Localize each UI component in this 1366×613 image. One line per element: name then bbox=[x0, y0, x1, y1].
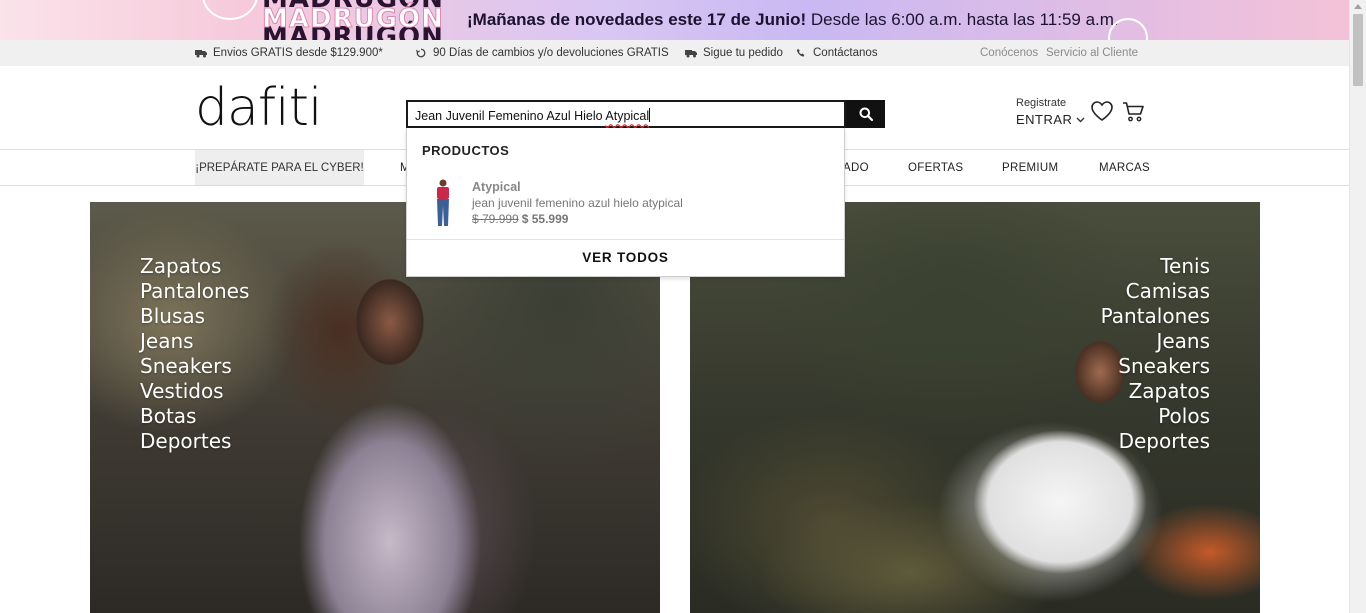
page: MADRUGÓN MADRUGÓN MADRUGÓN ¡Mañanas de n… bbox=[0, 0, 1349, 613]
women-category-link[interactable]: Deportes bbox=[140, 429, 249, 454]
suggestions-section-title: PRODUCTOS bbox=[422, 143, 510, 158]
search-value-plain: Jean Juvenil Femenino Azul Hielo bbox=[415, 109, 606, 123]
contact-text: Contáctanos bbox=[813, 47, 878, 59]
about-link[interactable]: Conócenos bbox=[980, 47, 1038, 59]
men-category-link[interactable]: Polos bbox=[1101, 404, 1210, 429]
product-old-price: $ 79.999 bbox=[472, 212, 519, 226]
promo-banner[interactable]: MADRUGÓN MADRUGÓN MADRUGÓN ¡Mañanas de n… bbox=[0, 0, 1349, 40]
women-category-link[interactable]: Botas bbox=[140, 404, 249, 429]
returns-info[interactable]: 90 Días de cambios y/o devoluciones GRAT… bbox=[415, 47, 669, 59]
contact-link[interactable]: Contáctanos bbox=[795, 47, 878, 59]
phone-icon bbox=[796, 48, 805, 57]
see-all-button[interactable]: VER TODOS bbox=[407, 250, 844, 265]
heart-icon[interactable] bbox=[1090, 100, 1114, 122]
search-value-spellcheck: Atypical bbox=[605, 109, 650, 123]
nav-item-marcas[interactable]: MARCAS bbox=[1099, 162, 1150, 174]
scrollbar-thumb[interactable] bbox=[1353, 14, 1363, 86]
search-icon bbox=[859, 107, 873, 121]
men-category-list: Tenis Camisas Pantalones Jeans Sneakers … bbox=[1101, 254, 1210, 454]
women-category-link[interactable]: Jeans bbox=[140, 329, 249, 354]
utility-bar: Envios GRATIS desde $129.900* 90 Días de… bbox=[0, 40, 1349, 66]
truck-icon bbox=[195, 50, 207, 58]
decorative-circle bbox=[202, 0, 258, 20]
account-menu[interactable]: Registrate ENTRAR bbox=[1016, 97, 1085, 127]
product-new-price: $ 55.999 bbox=[521, 212, 569, 226]
men-category-link[interactable]: Sneakers bbox=[1101, 354, 1210, 379]
men-category-link[interactable]: Tenis bbox=[1101, 254, 1210, 279]
product-prices: $ 79.999 $ 55.999 bbox=[472, 212, 568, 226]
track-order-text: Sigue tu pedido bbox=[703, 47, 783, 59]
search-button[interactable] bbox=[846, 100, 885, 128]
register-link[interactable]: Registrate bbox=[1016, 97, 1085, 109]
men-category-link[interactable]: Deportes bbox=[1101, 429, 1210, 454]
track-order-link[interactable]: Sigue tu pedido bbox=[685, 47, 783, 59]
scroll-up-arrow-icon[interactable] bbox=[1354, 4, 1362, 9]
nav-item-partial-right[interactable]: ADO bbox=[843, 162, 869, 174]
logo[interactable]: dafiti bbox=[195, 80, 322, 136]
men-category-link[interactable]: Jeans bbox=[1101, 329, 1210, 354]
men-category-link[interactable]: Zapatos bbox=[1101, 379, 1210, 404]
promo-message-bold: ¡Mañanas de novedades este 17 de Junio! bbox=[467, 10, 807, 29]
women-category-link[interactable]: Pantalones bbox=[140, 279, 249, 304]
women-category-link[interactable]: Sneakers bbox=[140, 354, 249, 379]
chevron-down-icon bbox=[1076, 117, 1085, 122]
shipping-text: Envios GRATIS desde $129.900* bbox=[213, 47, 383, 59]
women-category-link[interactable]: Zapatos bbox=[140, 254, 249, 279]
suggestion-product-item[interactable]: Atypical jean juvenil femenino azul hiel… bbox=[407, 174, 844, 234]
truck-icon bbox=[685, 50, 697, 58]
login-dropdown[interactable]: ENTRAR bbox=[1016, 112, 1085, 127]
refresh-icon bbox=[415, 48, 426, 58]
hero-women-photo bbox=[270, 242, 510, 613]
product-brand: Atypical bbox=[472, 180, 521, 194]
returns-text: 90 Días de cambios y/o devoluciones GRAT… bbox=[433, 47, 669, 59]
promo-message: ¡Mañanas de novedades este 17 de Junio! … bbox=[467, 10, 1119, 30]
divider bbox=[407, 239, 844, 240]
vertical-scrollbar[interactable] bbox=[1349, 0, 1366, 613]
nav-item-cyber[interactable]: ¡PREPÁRATE PARA EL CYBER! bbox=[195, 150, 364, 185]
search-suggestions-dropdown: PRODUCTOS Atypical jean juvenil femenino… bbox=[406, 128, 845, 277]
men-category-link[interactable]: Pantalones bbox=[1101, 304, 1210, 329]
women-category-list: Zapatos Pantalones Blusas Jeans Sneakers… bbox=[140, 254, 249, 454]
nav-item-premium[interactable]: PREMIUM bbox=[1002, 162, 1058, 174]
promo-brand-word: MADRUGÓN bbox=[262, 4, 444, 35]
customer-service-link[interactable]: Servicio al Cliente bbox=[1046, 47, 1138, 59]
men-category-link[interactable]: Camisas bbox=[1101, 279, 1210, 304]
women-category-link[interactable]: Vestidos bbox=[140, 379, 249, 404]
product-thumbnail bbox=[437, 179, 449, 226]
nav-item-ofertas[interactable]: OFERTAS bbox=[908, 162, 963, 174]
text-caret bbox=[649, 108, 651, 122]
search-input-value: Jean Juvenil Femenino Azul Hielo Atypica… bbox=[415, 108, 651, 123]
women-category-link[interactable]: Blusas bbox=[140, 304, 249, 329]
login-label: ENTRAR bbox=[1016, 112, 1073, 127]
product-name: jean juvenil femenino azul hielo atypica… bbox=[472, 196, 683, 210]
promo-message-rest: Desde las 6:00 a.m. hasta las 11:59 a.m. bbox=[806, 10, 1119, 29]
cart-icon[interactable] bbox=[1122, 101, 1146, 123]
search-input[interactable]: Jean Juvenil Femenino Azul Hielo Atypica… bbox=[406, 100, 846, 128]
shipping-info[interactable]: Envios GRATIS desde $129.900* bbox=[195, 47, 383, 59]
